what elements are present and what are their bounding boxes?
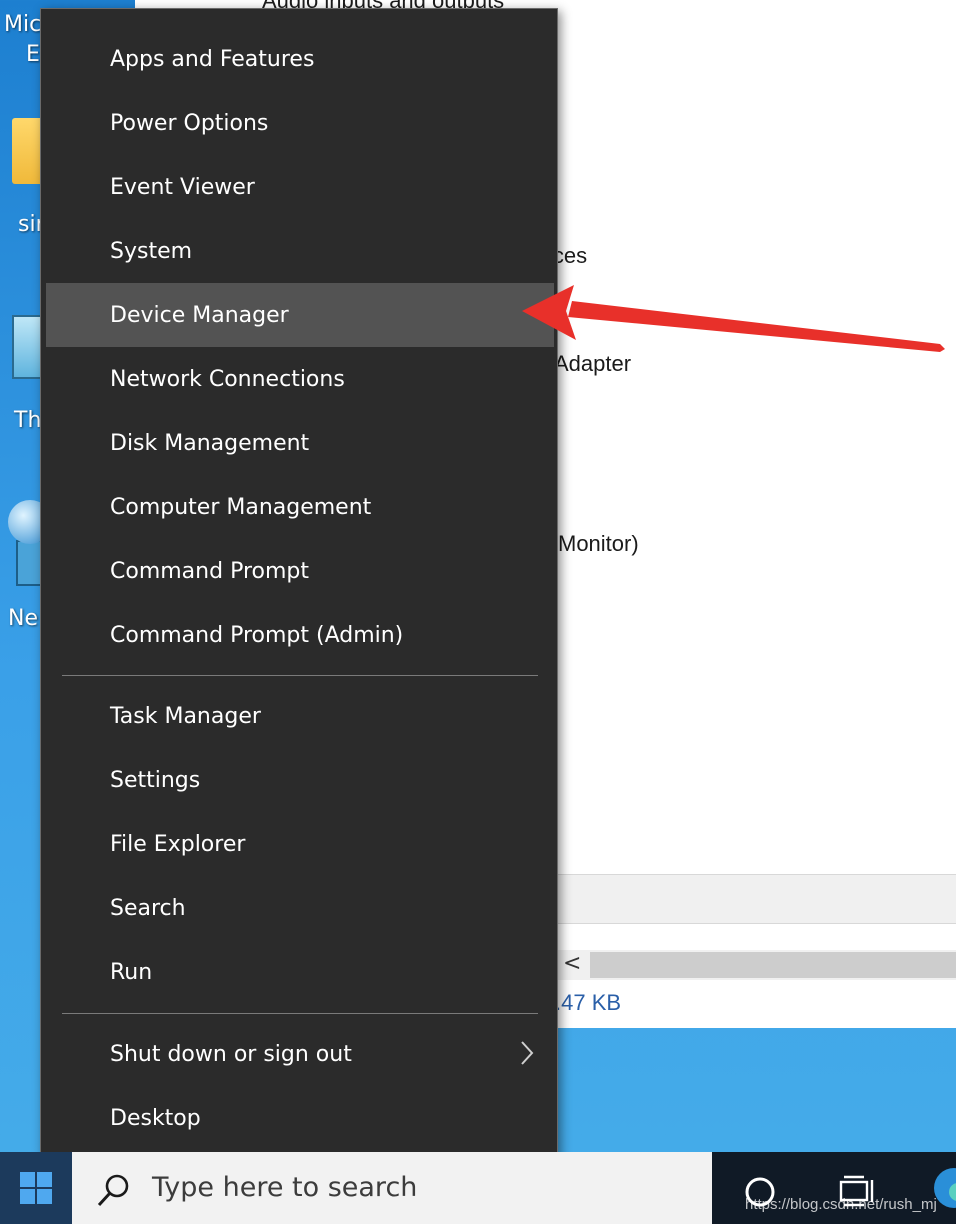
menu-item-label: Computer Management: [110, 494, 372, 520]
search-placeholder[interactable]: Type here to search: [152, 1172, 417, 1203]
menu-item-disk-management[interactable]: Disk Management: [46, 411, 554, 475]
menu-item-run[interactable]: Run: [46, 940, 554, 1004]
bg-tree-item-monitor[interactable]: Monitor): [558, 531, 639, 557]
menu-item-label: Device Manager: [110, 302, 289, 328]
watermark-text: https://blog.csdn.net/rush_mj: [745, 1196, 937, 1213]
menu-item-label: System: [110, 238, 193, 264]
scrollbar-thumb[interactable]: [590, 952, 956, 978]
menu-item-apps-and-features[interactable]: Apps and Features: [46, 27, 554, 91]
menu-item-device-manager[interactable]: Device Manager: [46, 283, 554, 347]
menu-item-label: Apps and Features: [110, 46, 315, 72]
menu-item-label: Network Connections: [110, 366, 345, 392]
menu-item-desktop[interactable]: Desktop: [46, 1086, 554, 1150]
menu-item-label: Run: [110, 959, 153, 985]
menu-item-command-prompt-admin[interactable]: Command Prompt (Admin): [46, 603, 554, 667]
menu-separator: [62, 675, 538, 676]
menu-item-computer-management[interactable]: Computer Management: [46, 475, 554, 539]
start-button[interactable]: [0, 1152, 72, 1224]
bg-file-size: .47 KB: [555, 990, 622, 1015]
menu-item-search[interactable]: Search: [46, 876, 554, 940]
desktop-icon-label-edge-line2[interactable]: E: [26, 42, 40, 67]
menu-item-label: Desktop: [110, 1105, 201, 1131]
menu-item-label: File Explorer: [110, 831, 246, 857]
menu-item-power-options[interactable]: Power Options: [46, 91, 554, 155]
menu-item-label: Shut down or sign out: [110, 1041, 352, 1067]
scroll-left-arrow-icon[interactable]: <: [563, 951, 581, 976]
menu-separator: [62, 1013, 538, 1014]
menu-item-label: Command Prompt (Admin): [110, 622, 404, 648]
menu-item-label: Search: [110, 895, 186, 921]
menu-item-label: Power Options: [110, 110, 269, 136]
menu-item-label: Disk Management: [110, 430, 310, 456]
menu-item-label: Command Prompt: [110, 558, 309, 584]
windows-logo-icon: [20, 1172, 52, 1204]
desktop-icon-label-network[interactable]: Ne: [8, 606, 38, 631]
menu-item-label: Settings: [110, 767, 201, 793]
menu-item-task-manager[interactable]: Task Manager: [46, 684, 554, 748]
menu-item-label: Event Viewer: [110, 174, 255, 200]
desktop-icon-label-edge-line1[interactable]: Mic: [4, 12, 41, 37]
chevron-right-icon: [521, 1041, 534, 1065]
search-icon: [97, 1174, 129, 1207]
menu-item-command-prompt[interactable]: Command Prompt: [46, 539, 554, 603]
power-user-menu: Apps and Features Power Options Event Vi…: [40, 8, 558, 1166]
menu-item-label: Task Manager: [110, 703, 261, 729]
menu-item-settings[interactable]: Settings: [46, 748, 554, 812]
menu-item-file-explorer[interactable]: File Explorer: [46, 812, 554, 876]
menu-item-shut-down-or-sign-out[interactable]: Shut down or sign out: [46, 1022, 554, 1086]
bg-tree-item-adapter[interactable]: Adapter: [554, 351, 631, 377]
menu-item-event-viewer[interactable]: Event Viewer: [46, 155, 554, 219]
menu-item-system[interactable]: System: [46, 219, 554, 283]
menu-item-network-connections[interactable]: Network Connections: [46, 347, 554, 411]
